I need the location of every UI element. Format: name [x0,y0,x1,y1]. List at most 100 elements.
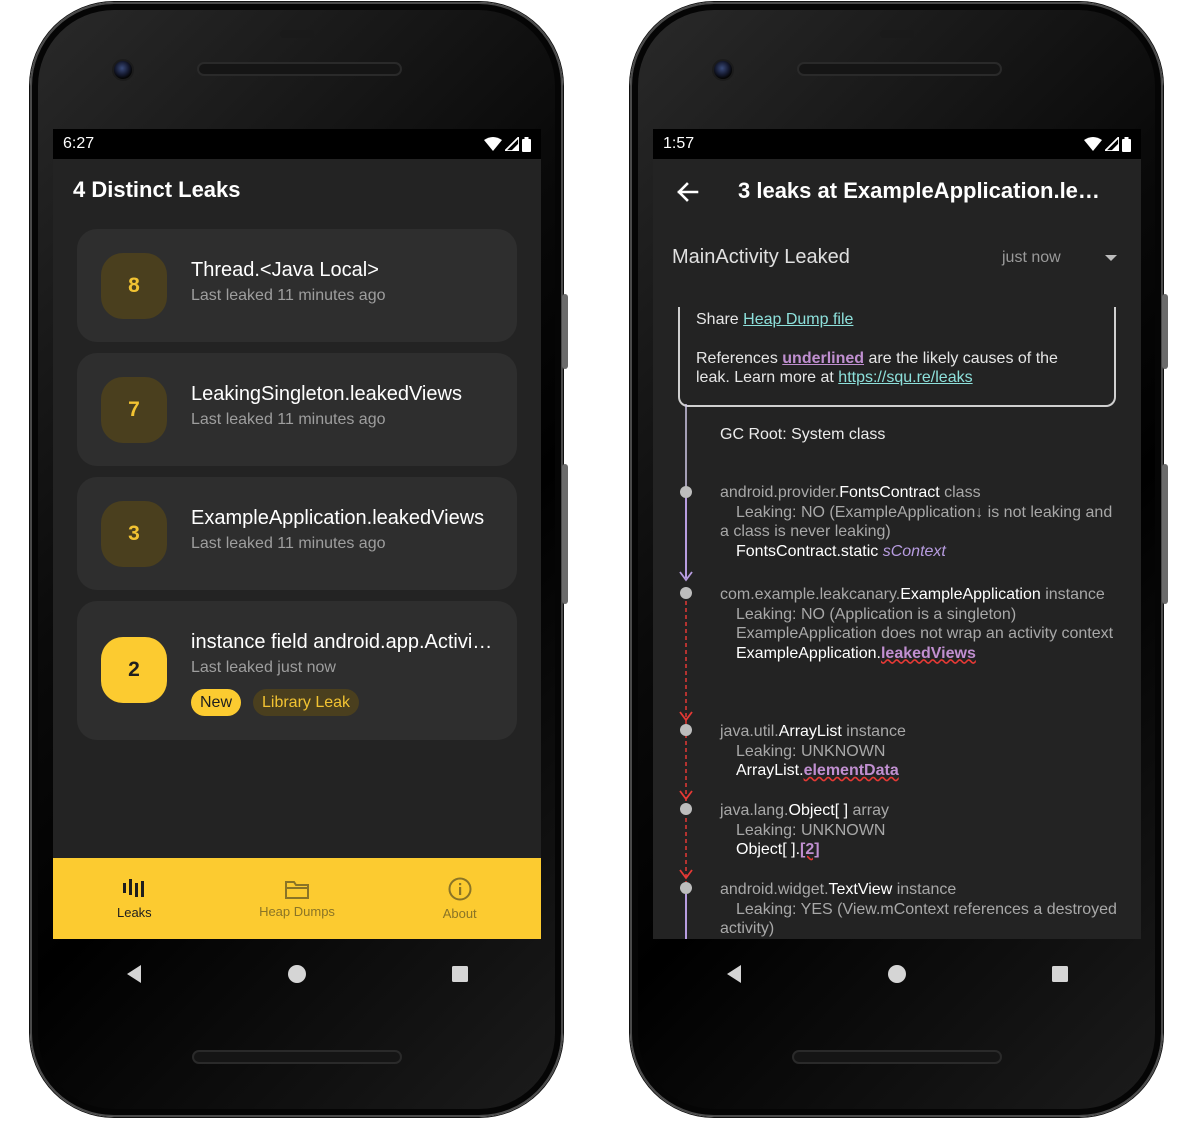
node-ref-owner: ArrayList. [736,762,804,779]
node-ref-field: sContext [882,542,946,560]
nav-recents-button[interactable] [440,954,480,994]
toolbar-title: 3 leaks at ExampleApplication.leakedView… [738,178,1108,203]
system-navbar [653,949,1141,999]
front-camera [112,59,134,81]
nav-back-button[interactable] [114,954,154,994]
node-ref-field: elementData [803,762,899,779]
nav-label-leaks: Leaks [116,905,152,920]
bottom-speaker [792,1050,1002,1064]
status-icons [1084,136,1131,152]
leak-card-2[interactable]: 7 LeakingSingleton.leakedViews Last leak… [77,353,517,466]
gc-root-label: GC Root: System class [720,426,886,443]
node-package: android.widget. [720,881,829,898]
learn-more-link[interactable]: https://squ.re/leaks [838,369,972,386]
trace-node-4[interactable]: java.lang.Object[ ] array Leaking: UNKNO… [720,801,1125,860]
trace-node-dot [680,724,692,736]
recents-square-icon [451,966,468,982]
page-title: 4 Distinct Leaks [73,177,241,202]
earpiece [880,30,914,38]
node-kind: instance [1040,586,1105,603]
node-class: ArrayList [778,723,842,740]
trace-node-dot [680,587,692,599]
trace-node-dot [680,486,692,498]
nav-home-button[interactable] [877,954,917,994]
leak-card-title: ExampleApplication.leakedViews [191,507,485,529]
trace-node-2[interactable]: com.example.leakcanary.ExampleApplicatio… [720,585,1125,663]
recents-square-icon [1051,966,1068,982]
bottom-speaker [192,1050,402,1064]
nav-tab-about[interactable]: About [378,858,541,939]
nav-back-button[interactable] [714,954,754,994]
nav-tab-heap-dumps[interactable]: Heap Dumps [216,858,379,939]
leak-card-subtitle: Last leaked 11 minutes ago [191,411,386,428]
node-leaking-status: Leaking: UNKNOWN [736,821,886,839]
power-button [562,294,568,369]
volume-button [562,464,568,604]
references-note: References underlined are the likely cau… [696,349,1096,387]
earpiece [280,30,314,38]
battery-icon [522,136,531,152]
node-class: ExampleApplication [900,586,1041,603]
node-package: java.util. [720,723,779,740]
leak-count-badge: 3 [101,501,167,567]
leak-card-3[interactable]: 3 ExampleApplication.leakedViews Last le… [77,477,517,590]
trace-node-1[interactable]: android.provider.FontsContract class Lea… [720,483,1125,561]
new-chip: New [191,689,242,716]
node-kind: array [848,802,889,819]
battery-icon [1122,136,1131,152]
back-triangle-icon [727,965,742,983]
share-prefix: Share [696,311,744,328]
leak-card-subtitle: Last leaked 11 minutes ago [191,535,386,552]
node-leaking-status: Leaking: NO (ExampleApplication↓ is not … [720,503,1125,542]
status-time: 1:57 [663,135,695,152]
wifi-icon [1084,137,1102,151]
node-package: com.example.leakcanary. [720,586,901,603]
dropdown-arrow-icon[interactable] [1101,250,1121,266]
leaks-screen: 6:27 4 Distinct Leaks 8 Thread.<Java Loc… [53,129,541,939]
underlined-example: underlined [782,350,865,367]
back-arrow-icon[interactable] [673,177,703,207]
status-icons [484,136,531,152]
leak-card-1[interactable]: 8 Thread.<Java Local> Last leaked 11 min… [77,229,517,342]
back-triangle-icon [127,965,142,983]
node-leaking-status: Leaking: UNKNOWN [736,742,886,760]
nav-label-heap-dumps: Heap Dumps [259,904,335,919]
node-ref-owner: Object[ ]. [736,841,801,858]
leak-card-title: instance field android.app.ActivityThrea… [191,631,496,653]
leak-header-title[interactable]: MainActivity Leaked [672,246,850,269]
node-ref-field: [2] [800,841,820,858]
node-leaking-text: Leaking: NO (ExampleApplication↓ is not … [720,503,1113,541]
nav-recents-button[interactable] [1040,954,1080,994]
trace-node-3[interactable]: java.util.ArrayList instance Leaking: UN… [720,722,1125,781]
right-phone: 1:57 3 leaks at ExampleApplication.leake… [630,2,1168,1117]
node-kind: instance [892,881,957,898]
node-leaking-status: Leaking: NO (Application is a singleton) [736,605,1017,623]
node-leaking-text: Leaking: YES (View.mContext references a… [720,900,1117,938]
leak-card-title: Thread.<Java Local> [191,259,379,281]
leak-card-subtitle: Last leaked 11 minutes ago [191,287,386,304]
node-extra-note: ExampleApplication does not wrap an acti… [720,624,1125,644]
volume-button [1162,464,1168,604]
node-extra-text: ExampleApplication does not wrap an acti… [736,625,1114,642]
heap-dump-link[interactable]: Heap Dump file [743,311,853,328]
node-package: android.provider. [720,484,840,501]
leak-card-title: LeakingSingleton.leakedViews [191,383,462,405]
home-circle-icon [287,965,306,983]
leak-header-time: just now [1002,249,1061,266]
top-speaker [197,62,402,76]
left-phone: 6:27 4 Distinct Leaks 8 Thread.<Java Loc… [30,2,568,1117]
status-bar: 1:57 [653,129,1141,159]
leak-card-4[interactable]: 2 instance field android.app.ActivityThr… [77,601,517,740]
nav-tab-leaks[interactable]: Leaks [53,858,216,939]
front-camera [712,59,734,81]
bottom-navigation: Leaks Heap Dumps About [53,858,541,939]
nav-home-button[interactable] [277,954,317,994]
node-class: Object[ ] [788,802,849,819]
node-ref-owner: ExampleApplication. [736,644,881,662]
signal-icon [505,137,519,151]
leak-detail-screen: 1:57 3 leaks at ExampleApplication.leake… [653,129,1141,939]
wifi-icon [484,137,502,151]
trace-node-5[interactable]: android.widget.TextView instance Leaking… [720,880,1125,939]
node-kind: class [939,484,981,501]
leak-count-badge: 2 [101,637,167,703]
